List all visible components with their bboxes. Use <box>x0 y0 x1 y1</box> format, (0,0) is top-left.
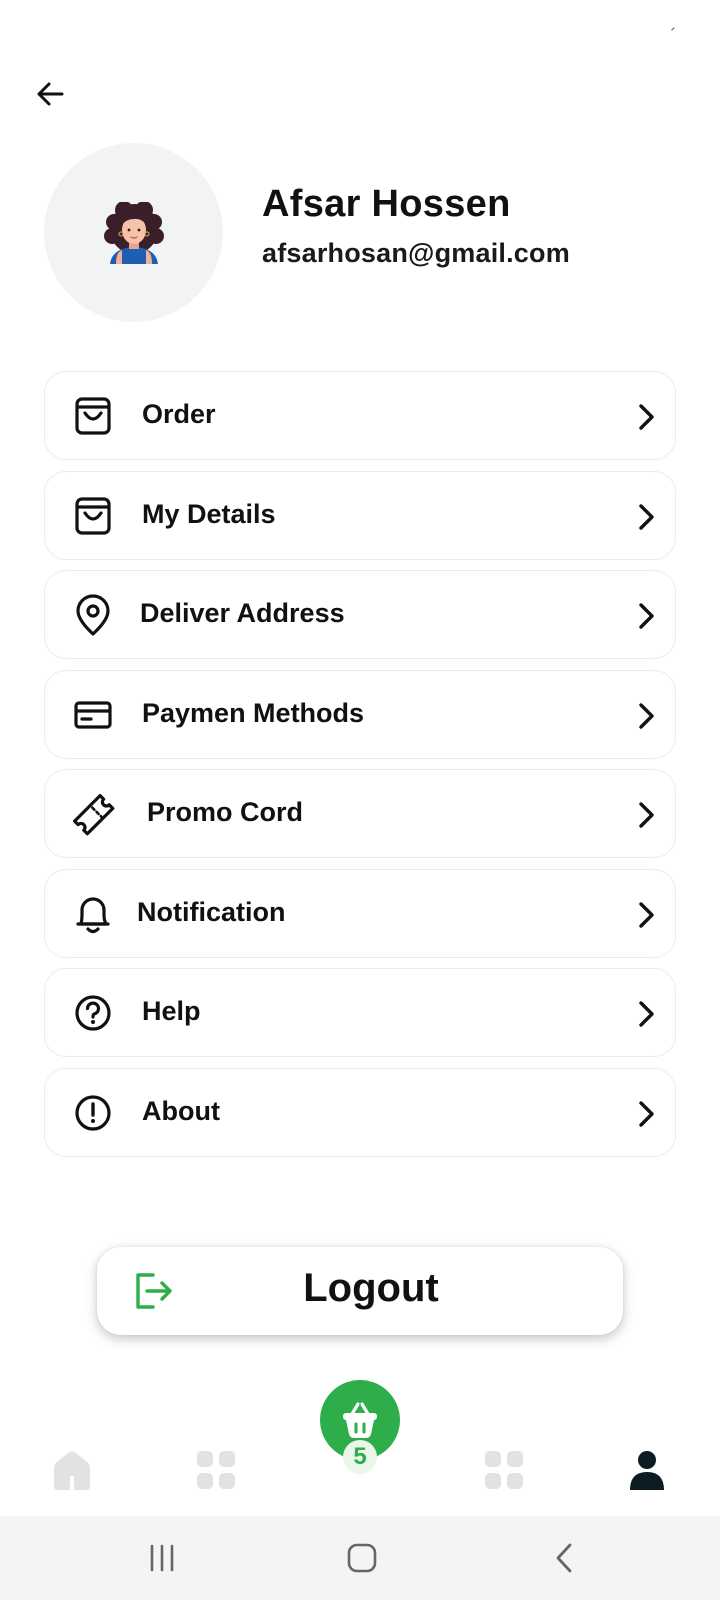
status-indicator <box>671 27 677 33</box>
shopping-bag-icon <box>71 494 115 538</box>
menu-item-label: Promo Cord <box>147 797 304 827</box>
menu-item-deliver-address[interactable]: Deliver Address <box>44 570 676 659</box>
menu-item-label: Paymen Methods <box>142 697 365 728</box>
grid-icon <box>197 1451 235 1489</box>
chevron-right-icon <box>639 1100 654 1127</box>
system-navigation-bar <box>0 1516 720 1600</box>
profile-menu: Order My Details Deliver Address Paymen … <box>44 371 676 1167</box>
nav-tab-categories[interactable] <box>194 1448 238 1492</box>
chevron-right-icon <box>639 503 654 530</box>
profile-email: afsarhosan@gmail.com <box>262 238 570 268</box>
home-system-button[interactable] <box>340 1538 384 1578</box>
arrow-left-icon <box>37 82 64 106</box>
profile-icon <box>630 1451 664 1490</box>
profile-name: Afsar Hossen <box>262 183 511 225</box>
menu-item-label: Help <box>142 996 201 1026</box>
menu-item-label: Notification <box>137 896 286 927</box>
nav-tab-home[interactable] <box>50 1448 94 1492</box>
home-icon <box>54 1451 90 1490</box>
cart-count-badge: 5 <box>343 1440 377 1474</box>
cart-icon <box>343 1402 377 1438</box>
logout-button[interactable]: Logout <box>97 1247 623 1335</box>
chevron-right-icon <box>639 603 654 629</box>
logout-label: Logout <box>303 1266 439 1310</box>
chevron-right-icon <box>639 802 654 828</box>
menu-item-notification[interactable]: Notification <box>44 868 676 958</box>
chevron-right-icon <box>639 1001 654 1027</box>
chevron-right-icon <box>639 901 654 928</box>
recent-apps-icon <box>150 1544 174 1572</box>
menu-item-about[interactable]: About <box>44 1067 676 1157</box>
bell-icon <box>71 892 115 936</box>
recent-apps-button[interactable] <box>140 1538 184 1578</box>
location-pin-icon <box>71 593 115 637</box>
menu-item-help[interactable]: Help <box>44 968 676 1057</box>
menu-item-order[interactable]: Order <box>44 371 676 460</box>
chevron-right-icon <box>639 702 654 729</box>
credit-card-icon <box>71 693 115 737</box>
home-circle-icon <box>347 1543 377 1573</box>
nav-tab-profile[interactable] <box>625 1448 669 1492</box>
shopping-bag-icon <box>71 394 115 438</box>
nav-tab-menu[interactable] <box>482 1448 526 1492</box>
menu-item-my-details[interactable]: My Details <box>44 470 676 560</box>
avatar-illustration <box>103 201 164 264</box>
ticket-icon <box>71 792 115 836</box>
menu-item-label: Order <box>142 399 216 429</box>
bottom-navigation: 5 <box>0 1380 720 1516</box>
chevron-left-icon <box>556 1543 572 1573</box>
grid-icon <box>485 1451 523 1489</box>
avatar <box>44 143 223 322</box>
info-circle-icon <box>71 1091 115 1135</box>
menu-item-payment-methods[interactable]: Paymen Methods <box>44 669 676 759</box>
menu-item-label: My Details <box>142 498 276 529</box>
menu-item-label: About <box>142 1095 220 1126</box>
menu-item-promo-code[interactable]: Promo Cord <box>44 769 676 858</box>
back-system-button[interactable] <box>543 1538 587 1578</box>
back-button[interactable] <box>30 74 70 114</box>
chevron-right-icon <box>639 404 654 430</box>
menu-item-label: Deliver Address <box>140 598 345 628</box>
help-circle-icon <box>71 991 115 1035</box>
